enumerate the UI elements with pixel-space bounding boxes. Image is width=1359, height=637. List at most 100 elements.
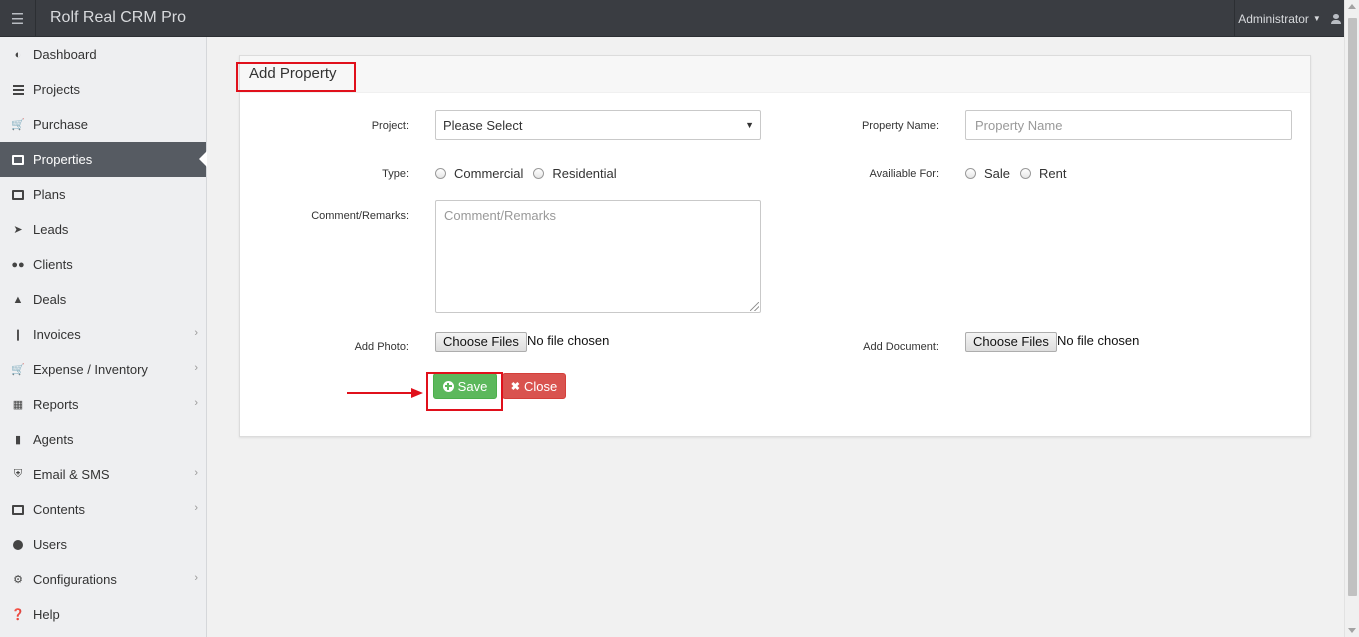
annotation-arrow-icon [411,388,423,398]
sidebar-item-label: Users [33,537,67,552]
add-photo-label: Add Photo: [354,341,409,353]
top-navbar: ☰ Rolf Real CRM Pro Administrator ▼ [0,0,1344,37]
sidebar-item-deals[interactable]: ▲ Deals [0,282,206,317]
photo-choose-files-button[interactable]: Choose Files [435,332,527,352]
sidebar-item-clients[interactable]: ●● Clients [0,247,206,282]
briefcase-icon [11,188,25,202]
sidebar-item-leads[interactable]: ➤ Leads [0,212,206,247]
type-commercial-radio[interactable] [435,168,446,179]
close-icon: ✖ [510,380,520,393]
sidebar-item-configurations[interactable]: ⚙ Configurations › [0,562,206,597]
sidebar-item-label: Configurations [33,572,117,587]
project-select-value: Please Select [443,118,523,133]
type-residential-label[interactable]: Residential [552,166,616,181]
dashboard-icon: ◐ [14,48,22,61]
save-highlight-box [426,372,503,411]
close-button-label: Close [523,378,558,394]
scrollbar-thumb[interactable] [1348,18,1357,596]
user-menu-label: Administrator [1238,11,1309,26]
caret-down-icon: ▼ [1312,14,1321,23]
caret-down-icon: ▼ [745,120,754,130]
page-scrollbar[interactable] [1344,0,1359,637]
sidebar-item-email-sms[interactable]: ⛨ Email & SMS › [0,457,206,492]
document-file-status: No file chosen [1057,333,1140,348]
sidebar-item-label: Projects [33,82,80,97]
shield-icon: ⛨ [13,468,23,480]
photo-file-status: No file chosen [527,333,610,348]
question-icon: ❓ [11,609,25,621]
resize-handle-icon[interactable] [750,302,759,311]
add-property-panel: Add Property Project: Please Select ▼ Pr… [236,55,1311,437]
annotation-arrow-line [347,392,413,394]
sidebar-item-properties[interactable]: Properties [0,142,207,177]
sidebar-item-expense-inventory[interactable]: 🛒 Expense / Inventory › [0,352,206,387]
property-name-label: Property Name: [861,120,939,132]
chevron-right-icon: › [194,572,198,584]
chevron-right-icon: › [194,502,198,514]
sidebar-item-label: Help [33,607,60,622]
sidebar: ◐ Dashboard Projects 🛒 Purchase Properti… [0,37,207,637]
users-icon: ●● [11,258,25,271]
sidebar-item-label: Properties [33,152,93,167]
table-icon: ▦ [12,399,24,411]
scroll-up-icon[interactable] [1348,4,1356,9]
sidebar-item-projects[interactable]: Projects [0,72,206,107]
sidebar-item-plans[interactable]: Plans [0,177,206,212]
cart-icon: 🛒 [11,364,25,376]
sidebar-item-invoices[interactable]: ❙ Invoices › [0,317,206,352]
user-icon [11,538,25,552]
type-commercial-label[interactable]: Commercial [454,166,523,181]
building-icon [11,153,25,167]
type-radio-group: Commercial Residential [435,166,627,181]
available-for-label: Availiable For: [869,168,940,180]
newspaper-icon [11,503,25,517]
panel-header [240,56,1310,93]
sidebar-item-help[interactable]: ❓ Help [0,597,206,632]
type-label: Type: [382,168,409,180]
comment-textarea[interactable] [435,200,761,313]
document-choose-files-button[interactable]: Choose Files [965,332,1057,352]
available-sale-radio[interactable] [965,168,976,179]
sidebar-item-label: Plans [33,187,66,202]
sidebar-item-contents[interactable]: Contents › [0,492,206,527]
sidebar-item-label: Contents [33,502,86,517]
chevron-right-icon: › [194,397,198,409]
comment-label: Comment/Remarks: [311,210,409,222]
sidebar-item-label: Reports [33,397,79,412]
hamburger-icon: ☰ [10,10,25,28]
title-highlight-box [236,62,356,92]
chevron-right-icon: › [194,327,198,339]
sidebar-item-label: Expense / Inventory [33,362,148,377]
sidebar-item-label: Deals [33,292,67,307]
sidebar-item-label: Invoices [33,327,81,342]
chevron-right-icon: › [194,362,198,374]
sidebar-item-label: Email & SMS [33,467,110,482]
user-icon [1330,13,1341,24]
sidebar-item-users[interactable]: Users [0,527,206,562]
sidebar-item-purchase[interactable]: 🛒 Purchase [0,107,206,142]
type-residential-radio[interactable] [533,168,545,179]
available-rent-label[interactable]: Rent [1039,166,1066,181]
add-document-label: Add Document: [863,341,939,353]
available-for-radio-group: Sale Rent [965,166,1077,181]
close-button[interactable]: ✖ Close [502,373,566,399]
sidebar-item-reports[interactable]: ▦ Reports › [0,387,206,422]
pin-icon: ❙ [13,329,23,341]
cart-icon: 🛒 [11,119,25,131]
server-icon [11,83,25,97]
sidebar-item-label: Clients [33,257,73,272]
available-rent-radio[interactable] [1020,168,1032,179]
project-select[interactable]: Please Select ▼ [435,110,761,140]
user-menu[interactable]: Administrator ▼ [1234,0,1344,37]
scroll-down-icon[interactable] [1348,628,1356,633]
menu-toggle-button[interactable]: ☰ [0,0,36,37]
thumbs-up-icon: ▲ [12,293,24,306]
available-sale-label[interactable]: Sale [984,166,1010,181]
sidebar-item-agents[interactable]: ▮ Agents [0,422,206,457]
app-title: Rolf Real CRM Pro [50,9,187,26]
property-name-input[interactable] [965,110,1292,140]
sidebar-item-dashboard[interactable]: ◐ Dashboard [0,37,206,72]
cogs-icon: ⚙ [13,574,23,586]
sidebar-item-label: Dashboard [33,47,97,62]
rocket-icon: ➤ [13,224,23,236]
